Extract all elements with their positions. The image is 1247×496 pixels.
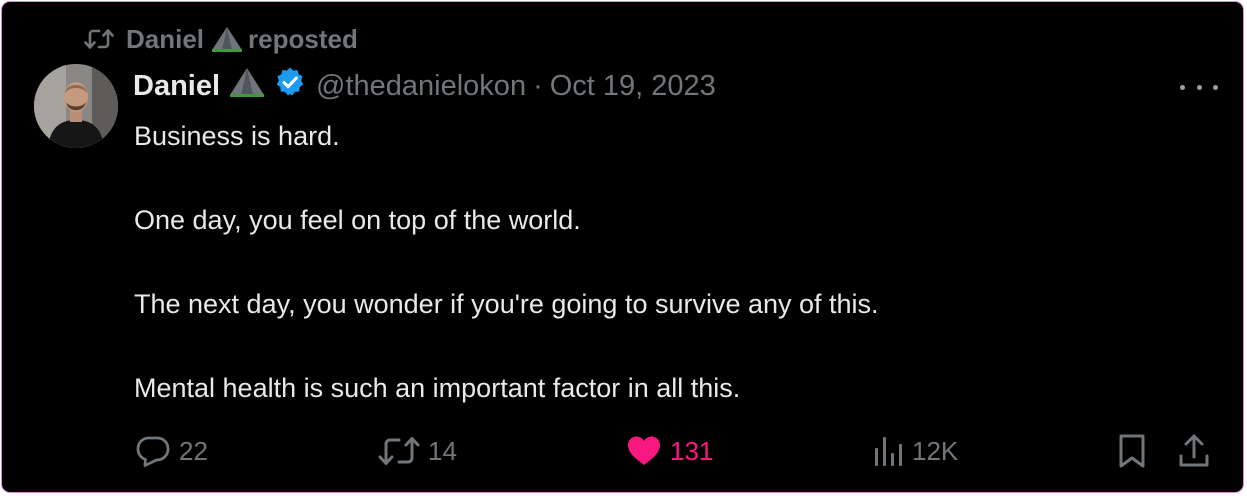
repost-label: reposted — [248, 23, 358, 54]
repost-count: 14 — [428, 435, 457, 466]
bookmark-button[interactable] — [1116, 427, 1148, 475]
heart-icon — [626, 434, 662, 468]
reply-button[interactable]: 22 — [135, 427, 208, 475]
bookmark-icon — [1116, 433, 1148, 469]
repost-icon — [84, 27, 114, 51]
like-button[interactable]: 131 — [626, 427, 713, 475]
reply-icon — [135, 434, 171, 468]
like-count: 131 — [670, 435, 714, 466]
share-button[interactable] — [1177, 427, 1211, 475]
reply-count: 22 — [179, 435, 208, 466]
repost-user-link[interactable]: Daniel — [126, 24, 204, 55]
mountain-emoji-icon — [210, 25, 244, 53]
post-text: Business is hard. One day, you feel on t… — [134, 115, 879, 409]
views-icon — [872, 434, 904, 468]
header-separator: · — [533, 69, 543, 102]
mountain-emoji-icon — [228, 66, 266, 106]
views-count: 12K — [912, 435, 959, 466]
views-button[interactable]: 12K — [872, 427, 958, 475]
post-text-line: Business is hard. — [134, 121, 340, 151]
avatar[interactable] — [34, 64, 118, 148]
post-card[interactable]: Daniel reposted Daniel @thedanielokon · … — [1, 1, 1244, 493]
author-handle[interactable]: @thedanielokon — [316, 70, 526, 103]
post-text-line: One day, you feel on top of the world. — [134, 205, 581, 235]
repost-button[interactable]: 14 — [378, 427, 457, 475]
more-icon[interactable] — [1180, 74, 1218, 100]
verified-badge-icon[interactable] — [274, 66, 306, 106]
action-bar: 22 14 131 12K — [2, 427, 1243, 475]
repost-context: Daniel reposted — [84, 24, 358, 54]
post-text-line: Mental health is such an important facto… — [134, 373, 741, 403]
author-name[interactable]: Daniel — [133, 70, 220, 103]
post-date[interactable]: Oct 19, 2023 — [550, 70, 716, 103]
share-icon — [1177, 433, 1211, 469]
post-text-line: The next day, you wonder if you're going… — [134, 289, 879, 319]
repost-icon — [378, 434, 420, 468]
post-header: Daniel @thedanielokon · Oct 19, 2023 — [133, 66, 716, 106]
